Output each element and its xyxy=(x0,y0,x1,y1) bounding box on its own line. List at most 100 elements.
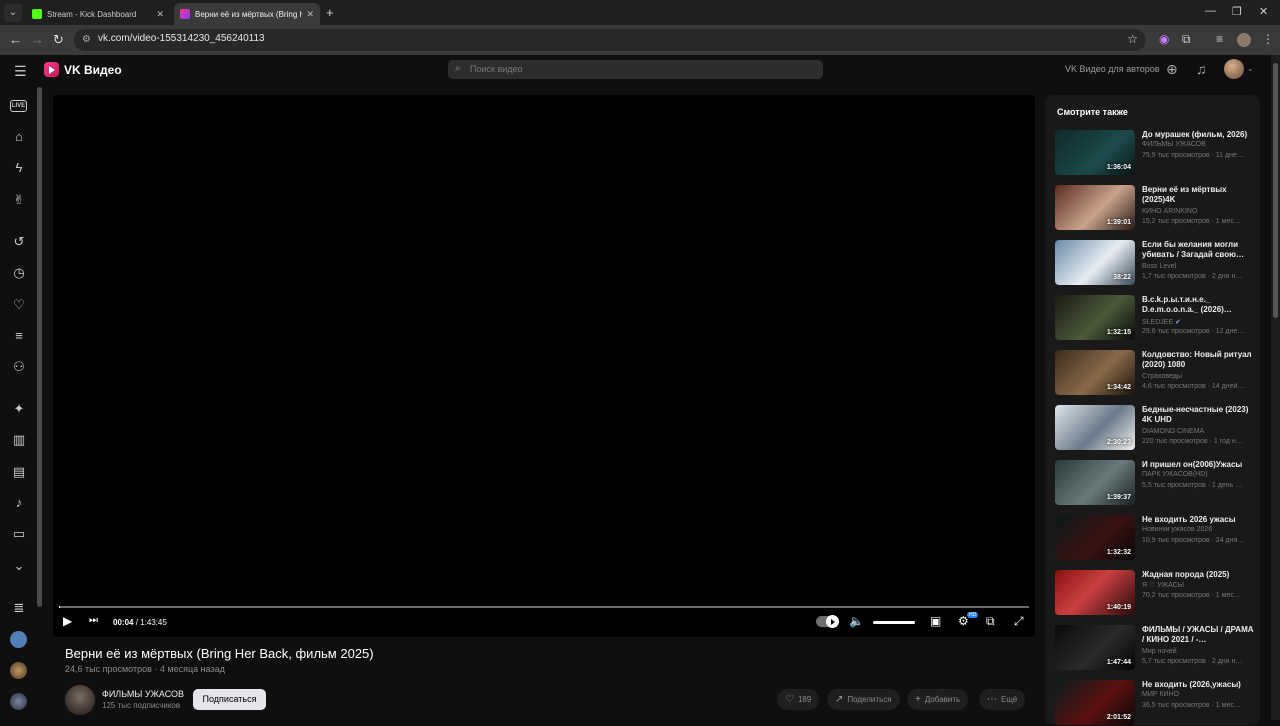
recommendation-channel[interactable]: SLEDJEE ✔ xyxy=(1142,318,1181,326)
new-tab-icon[interactable]: + xyxy=(326,5,334,20)
address-bar[interactable]: ⚙ vk.com/video-155314230_456240113 ☆ xyxy=(74,29,1146,51)
user-avatar[interactable] xyxy=(1224,59,1244,79)
video-thumbnail[interactable]: 1:32:15 xyxy=(1055,295,1135,340)
play-icon[interactable]: ▶ xyxy=(63,614,72,628)
video-thumbnail[interactable]: 2:01:52 xyxy=(1055,680,1135,725)
bookmark-star-icon[interactable]: ☆ xyxy=(1127,32,1138,46)
recommendation-title[interactable]: До мурашек (фильм, 2026) xyxy=(1142,130,1257,140)
video-thumbnail[interactable]: 1:36:04 xyxy=(1055,130,1135,175)
recommendation-channel[interactable]: ПАРК УЖАСОВ(HD) xyxy=(1142,471,1208,478)
recommendation-title[interactable]: Колдовство: Новый ритуал (2020) 1080 xyxy=(1142,350,1257,370)
recommendation-item[interactable]: 1:34:42 Колдовство: Новый ритуал (2020) 1… xyxy=(1055,350,1255,396)
profile-avatar[interactable] xyxy=(1237,33,1251,47)
recommendation-channel[interactable]: КИНО ARINKINO xyxy=(1142,208,1197,215)
recommendation-item[interactable]: 38:22 Если бы желания могли убивать / Заг… xyxy=(1055,240,1255,286)
lightning-icon[interactable]: ϟ xyxy=(10,159,28,177)
book-icon[interactable]: ▥ xyxy=(10,431,28,449)
scrollbar-thumb[interactable] xyxy=(1273,63,1278,318)
maximize-icon[interactable]: ❐ xyxy=(1232,5,1242,18)
clips-hand-icon[interactable]: ✌ xyxy=(10,191,28,209)
recommendation-title[interactable]: Жадная порода (2025) xyxy=(1142,570,1257,580)
recommendation-item[interactable]: 1:36:04 До мурашек (фильм, 2026) ФИЛЬМЫ УЖ… xyxy=(1055,130,1255,176)
subscribe-button[interactable]: Подписаться xyxy=(193,689,266,710)
tab-search-button[interactable]: ⌄ xyxy=(4,4,22,22)
recommendation-title[interactable]: Если бы желания могли убивать / Загадай … xyxy=(1142,240,1257,260)
playlist-add-icon[interactable]: ≡ xyxy=(10,327,28,345)
video-thumbnail[interactable]: 2:30:23 xyxy=(1055,405,1135,450)
recommendation-title[interactable]: Не входить (2026,ужасы) xyxy=(1142,680,1257,690)
add-button[interactable]: + Добавить xyxy=(907,689,969,710)
extension-icon[interactable]: ◉ xyxy=(1159,32,1169,46)
video-thumbnail[interactable]: 1:40:19 xyxy=(1055,570,1135,615)
recommendation-title[interactable]: ФИЛЬМЫ / УЖАСЫ / ДРАМА / КИНО 2021 / -… xyxy=(1142,625,1257,645)
volume-icon[interactable]: 🔈 xyxy=(849,614,864,628)
back-icon[interactable]: ← xyxy=(9,32,22,47)
recommendation-channel[interactable]: Я ♡ УЖАСЫ xyxy=(1142,581,1184,589)
live-icon[interactable]: LIVE xyxy=(10,100,27,112)
site-info-icon[interactable]: ⚙ xyxy=(82,34,91,45)
notifications-bell-icon[interactable]: ♫ xyxy=(1196,61,1207,77)
recommendation-item[interactable]: 1:32:32 Не входить 2026 ужасы Новинки ужас… xyxy=(1055,515,1255,561)
recommendation-item[interactable]: 1:47:44 ФИЛЬМЫ / УЖАСЫ / ДРАМА / КИНО 202… xyxy=(1055,625,1255,671)
video-thumbnail[interactable]: 1:39:01 xyxy=(1055,185,1135,230)
close-window-icon[interactable]: ✕ xyxy=(1259,5,1268,18)
recommendation-channel[interactable]: Мир ночей xyxy=(1142,648,1177,655)
tv-icon[interactable]: ▭ xyxy=(10,525,28,543)
menu-icon[interactable]: ☰ xyxy=(14,63,27,80)
like-button[interactable]: ♡ 189 xyxy=(777,689,820,710)
subscription-avatar[interactable] xyxy=(10,693,27,710)
subscriptions-list-icon[interactable]: ≣ xyxy=(10,599,28,617)
recommendation-title[interactable]: Не входить 2026 ужасы xyxy=(1142,515,1257,525)
recommendation-channel[interactable]: МИР КИНО xyxy=(1142,691,1179,698)
recommendation-title[interactable]: Верни её из мёртвых (2025)4K xyxy=(1142,185,1257,205)
authors-link[interactable]: VK Видео для авторов xyxy=(1065,64,1160,74)
close-tab-icon[interactable]: ✕ xyxy=(156,9,164,20)
recommendation-channel[interactable]: Страховеды xyxy=(1142,373,1182,380)
shows-icon[interactable]: ✦ xyxy=(10,400,28,418)
close-tab-icon[interactable]: ✕ xyxy=(306,9,314,20)
recommendation-title[interactable]: И пришел он(2006)Ужасы xyxy=(1142,460,1257,470)
more-button[interactable]: ⋯ Ещё xyxy=(979,689,1026,710)
video-player[interactable]: ▶ ⏭ 00:04 / 1:43:45 🔈 ▣ ⚙ HD ⧉ ⤢ xyxy=(53,95,1035,637)
recommendation-item[interactable]: 1:39:37 И пришел он(2006)Ужасы ПАРК УЖАСОВ… xyxy=(1055,460,1255,506)
reload-icon[interactable]: ↻ xyxy=(53,32,64,48)
extensions-puzzle-icon[interactable]: ⧉ xyxy=(1182,32,1191,47)
autoplay-toggle[interactable] xyxy=(816,615,839,628)
left-scrollbar[interactable] xyxy=(37,87,42,607)
recommendation-channel[interactable]: Boss Level xyxy=(1142,263,1176,270)
recommendation-item[interactable]: 1:32:15 В.с.k.р.ы.т.и.н.е._ D.e.m.o.o.n.a… xyxy=(1055,295,1255,341)
chevron-down-icon[interactable]: ⌄ xyxy=(10,557,28,575)
browser-menu-icon[interactable]: ⋮ xyxy=(1262,32,1274,46)
video-thumbnail[interactable]: 1:39:37 xyxy=(1055,460,1135,505)
watch-later-clock-icon[interactable]: ◷ xyxy=(10,264,28,282)
liked-heart-icon[interactable]: ♡ xyxy=(10,296,28,314)
recommendation-title[interactable]: В.с.k.р.ы.т.и.н.е._ D.e.m.o.o.n.a._ (202… xyxy=(1142,295,1257,315)
share-button[interactable]: ↗ Поделиться xyxy=(827,689,900,710)
search-input[interactable]: ⌕ Поиск видео xyxy=(448,60,823,79)
next-icon[interactable]: ⏭ xyxy=(89,615,98,626)
page-scrollbar[interactable] xyxy=(1271,55,1280,720)
recommendation-item[interactable]: 1:39:01 Верни её из мёртвых (2025)4K КИНО … xyxy=(1055,185,1255,231)
chevron-down-icon[interactable]: ⌄ xyxy=(1247,64,1254,73)
upload-plus-icon[interactable]: ⊕ xyxy=(1166,61,1178,78)
seek-bar[interactable] xyxy=(59,606,1029,608)
subscription-avatar[interactable] xyxy=(10,631,27,648)
recommendation-channel[interactable]: Новинки ужасов 2026 xyxy=(1142,526,1212,533)
music-note-icon[interactable]: ♪ xyxy=(10,494,28,512)
brand-name[interactable]: VK Видео xyxy=(64,63,122,77)
recommendation-channel[interactable]: ФИЛЬМЫ УЖАСОВ xyxy=(1142,141,1206,148)
recommendation-title[interactable]: Бедные-несчастные (2023) 4K UHD xyxy=(1142,405,1257,425)
browser-tab-kick[interactable]: Stream - Kick Dashboard ✕ xyxy=(26,3,170,25)
recommendation-item[interactable]: 2:30:23 Бедные-несчастные (2023) 4K UHD DI… xyxy=(1055,405,1255,451)
movies-clapper-icon[interactable]: ▤ xyxy=(10,463,28,481)
history-icon[interactable]: ↺ xyxy=(10,233,28,251)
recommendation-item[interactable]: 2:01:52 Не входить (2026,ужасы) МИР КИНО 36… xyxy=(1055,680,1255,726)
video-thumbnail[interactable]: 1:47:44 xyxy=(1055,625,1135,670)
channel-avatar[interactable] xyxy=(65,685,95,715)
subtitles-icon[interactable]: ▣ xyxy=(930,614,941,628)
subscriptions-people-icon[interactable]: ⚇ xyxy=(10,358,28,376)
recommendation-channel[interactable]: DIAMOND CINEMA xyxy=(1142,428,1204,435)
vk-video-logo-icon[interactable] xyxy=(44,62,59,77)
browser-tab-vk[interactable]: Верни её из мёртвых (Bring H ✕ xyxy=(174,3,320,25)
minimize-icon[interactable]: — xyxy=(1205,5,1216,17)
